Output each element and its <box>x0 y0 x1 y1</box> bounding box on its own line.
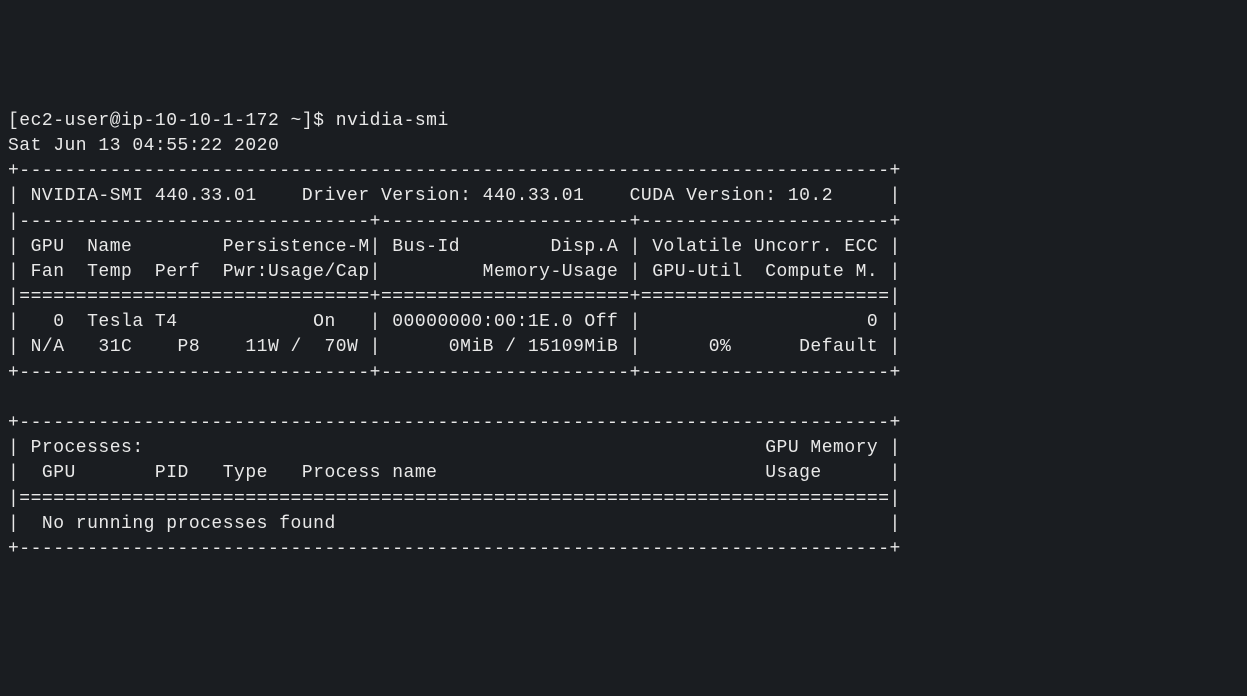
processes-columns: | GPU PID Type Process name Usage | <box>8 463 901 483</box>
command-text: nvidia-smi <box>336 111 449 131</box>
table-border-top: +---------------------------------------… <box>8 161 901 181</box>
processes-divider: |=======================================… <box>8 489 901 509</box>
processes-header: | Processes: GPU Memory | <box>8 438 901 458</box>
column-header-row1: | GPU Name Persistence-M| Bus-Id Disp.A … <box>8 237 901 257</box>
table-divider: |-------------------------------+-------… <box>8 212 901 232</box>
table-border-bottom: +-------------------------------+-------… <box>8 363 901 383</box>
processes-border-bottom: +---------------------------------------… <box>8 539 901 559</box>
processes-border-top: +---------------------------------------… <box>8 413 901 433</box>
gpu-data-row2: | N/A 31C P8 11W / 70W | 0MiB / 15109MiB… <box>8 337 901 357</box>
gpu-data-row1: | 0 Tesla T4 On | 00000000:00:1E.0 Off |… <box>8 312 901 332</box>
processes-none: | No running processes found | <box>8 514 901 534</box>
blank-line <box>8 388 901 408</box>
timestamp-line: Sat Jun 13 04:55:22 2020 <box>8 136 279 156</box>
table-divider-equals: |===============================+=======… <box>8 287 901 307</box>
column-header-row2: | Fan Temp Perf Pwr:Usage/Cap| Memory-Us… <box>8 262 901 282</box>
version-header-line: | NVIDIA-SMI 440.33.01 Driver Version: 4… <box>8 186 901 206</box>
shell-prompt: [ec2-user@ip-10-10-1-172 ~]$ <box>8 111 336 131</box>
terminal-output: [ec2-user@ip-10-10-1-172 ~]$ nvidia-smi … <box>8 109 1239 562</box>
